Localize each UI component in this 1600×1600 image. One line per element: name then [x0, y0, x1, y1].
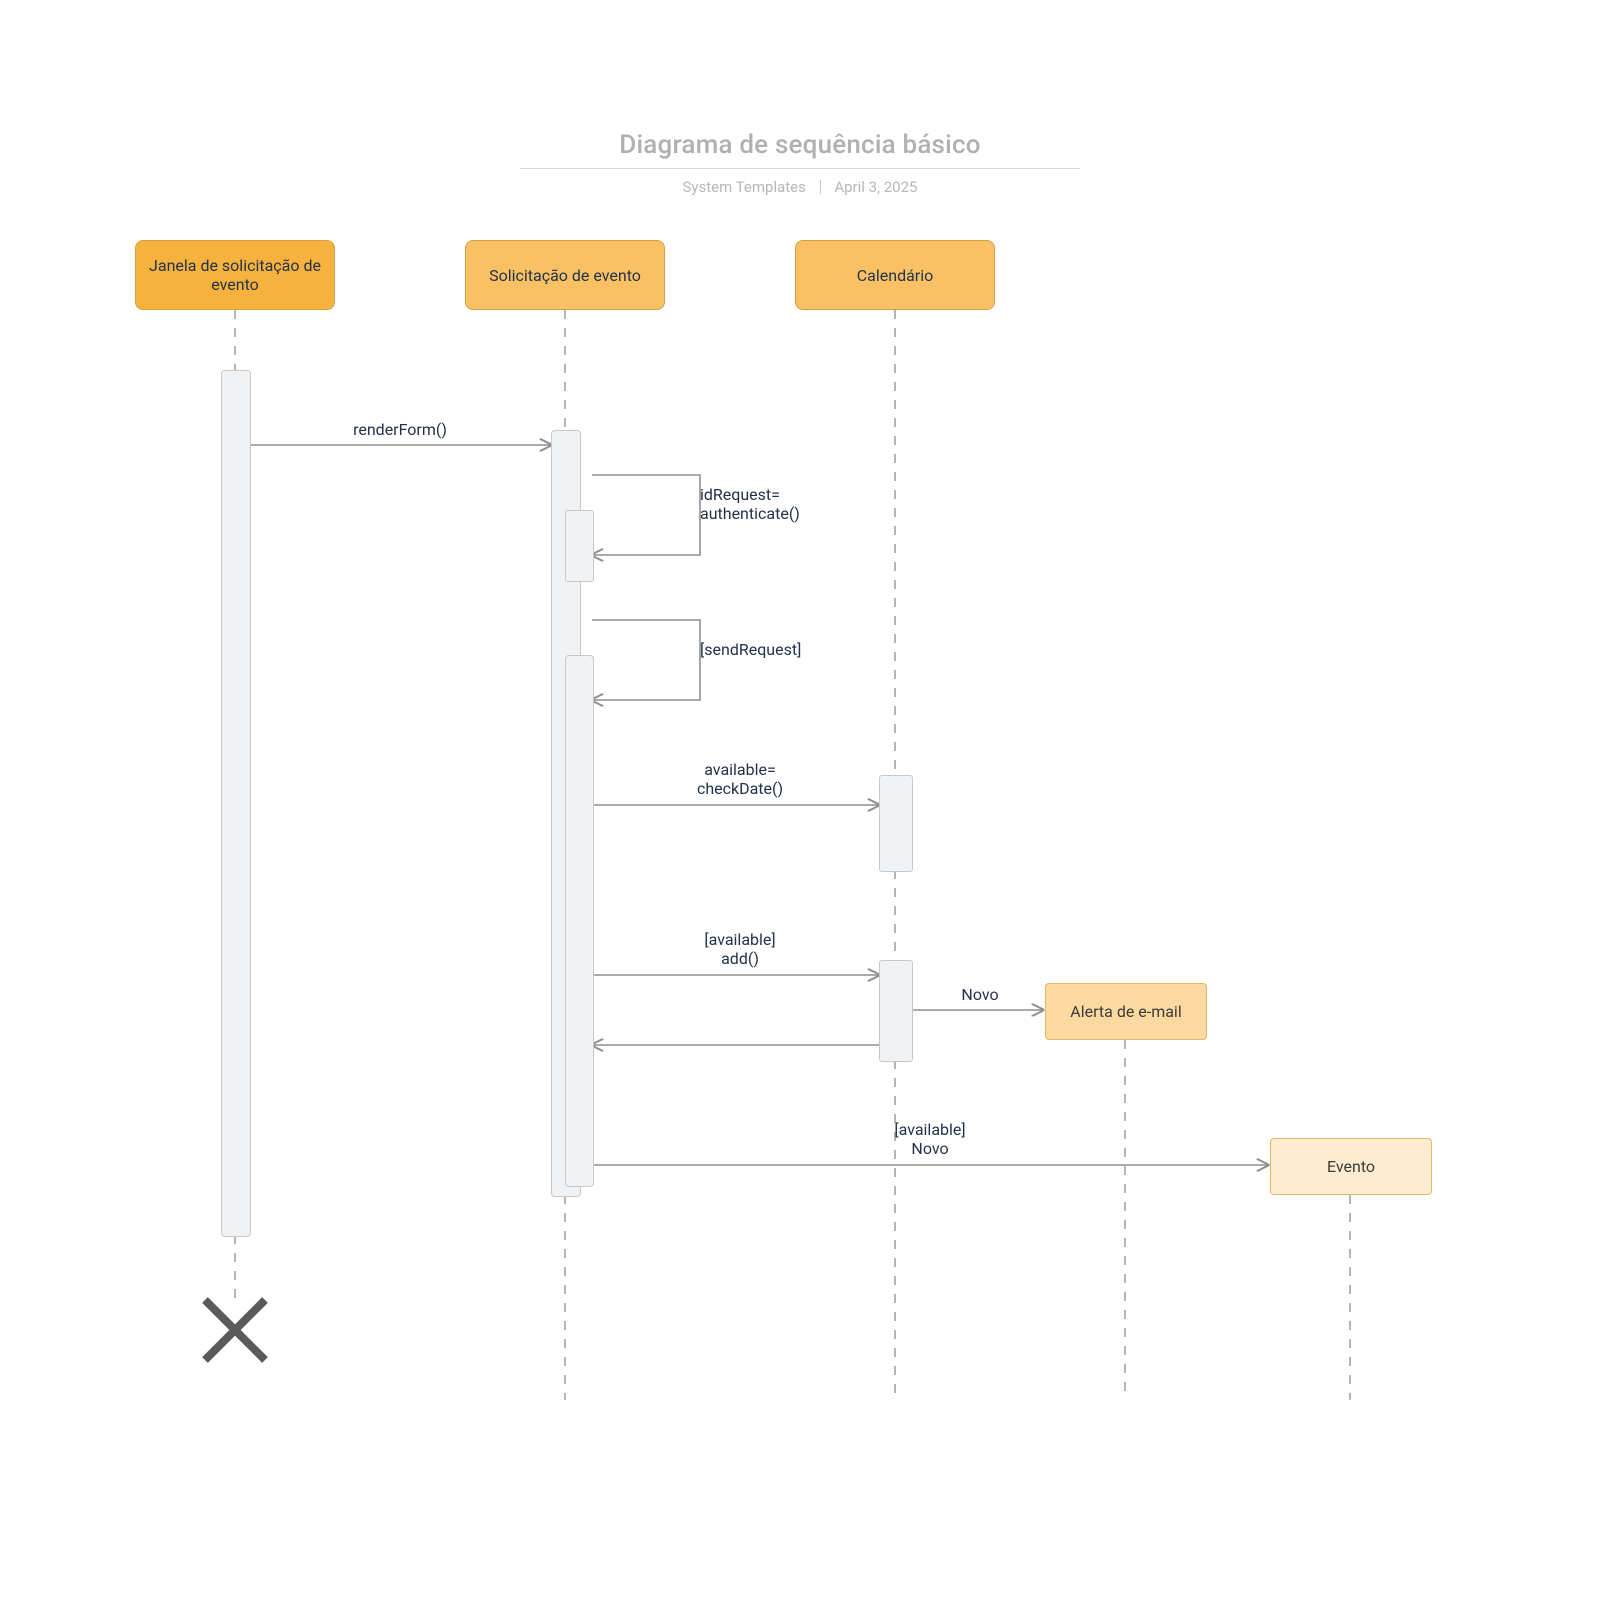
object-evento: Evento	[1270, 1138, 1432, 1195]
participant-event-request-window: Janela de solicitação de evento	[135, 240, 335, 310]
activation-p3-checkdate	[879, 775, 913, 872]
diagram-title: Diagrama de sequência básico	[0, 130, 1600, 160]
activation-p1	[221, 370, 251, 1237]
participant-event-request: Solicitação de evento	[465, 240, 665, 310]
title-rule	[520, 168, 1080, 169]
participant-label: Janela de solicitação de evento	[149, 256, 321, 294]
object-label: Alerta de e-mail	[1070, 1002, 1181, 1021]
participant-label: Calendário	[857, 266, 934, 285]
message-novo-email: Novo	[930, 985, 1030, 1004]
date-label: April 3, 2025	[834, 178, 917, 196]
message-add: [available] add()	[620, 930, 860, 968]
activation-p3-add	[879, 960, 913, 1062]
message-authenticate: idRequest= authenticate()	[700, 485, 850, 523]
activation-p2-sendrequest	[565, 655, 594, 1187]
message-renderform: renderForm()	[300, 420, 500, 439]
participant-label: Solicitação de evento	[489, 266, 641, 285]
message-checkdate: available= checkDate()	[620, 760, 860, 798]
participant-calendar: Calendário	[795, 240, 995, 310]
author-label: System Templates	[683, 178, 806, 196]
message-sendrequest: [sendRequest]	[700, 640, 850, 659]
activation-p2-authenticate	[565, 510, 594, 582]
diagram-subtitle: System Templates April 3, 2025	[0, 178, 1600, 196]
sequence-diagram: Diagrama de sequência básico System Temp…	[0, 0, 1600, 1600]
object-email-alert: Alerta de e-mail	[1045, 983, 1207, 1040]
subtitle-separator	[820, 180, 821, 194]
message-novo-evento: [available] Novo	[760, 1120, 1100, 1158]
object-label: Evento	[1327, 1157, 1375, 1176]
